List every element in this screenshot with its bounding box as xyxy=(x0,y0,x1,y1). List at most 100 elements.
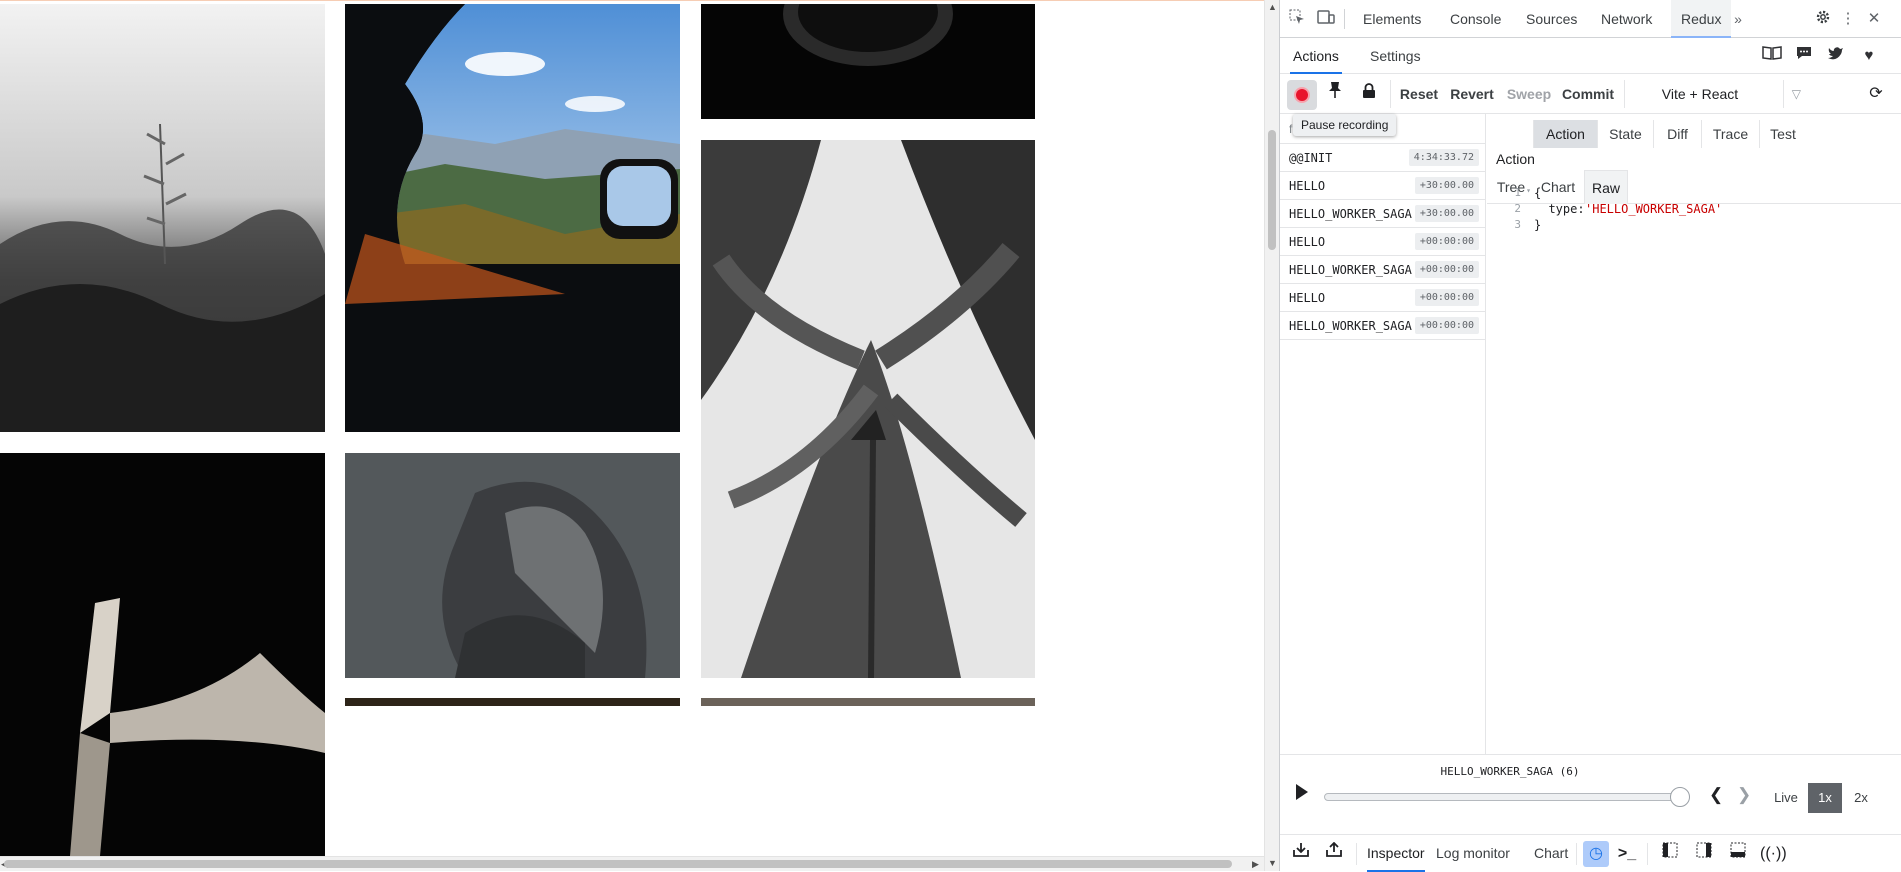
photo-partial-bottom-1[interactable] xyxy=(345,698,680,706)
panel-tab-diff[interactable]: Diff xyxy=(1654,120,1702,148)
line-number: 2 xyxy=(1514,202,1521,215)
horizontal-scroll-thumb[interactable] xyxy=(4,860,1232,868)
current-action-label: HELLO_WORKER_SAGA (6) xyxy=(1440,765,1580,778)
photo-grass-bw[interactable] xyxy=(0,4,325,432)
view-tab-raw[interactable]: Raw xyxy=(1584,170,1628,204)
photo-partial-bottom-2[interactable] xyxy=(701,698,1035,706)
terminal-icon[interactable]: >_ xyxy=(1614,841,1640,867)
sweep-button[interactable]: Sweep xyxy=(1504,80,1554,108)
lock-icon[interactable] xyxy=(1354,80,1384,108)
scroll-up-arrow-icon[interactable]: ▲ xyxy=(1268,2,1277,12)
pause-recording-tooltip: Pause recording xyxy=(1293,114,1397,136)
vertical-scrollbar[interactable]: ▲ ▼ xyxy=(1264,0,1279,871)
action-name: HELLO xyxy=(1289,179,1326,193)
gear-icon[interactable] xyxy=(1813,9,1833,29)
screen: ◀ ▶ ▲ ▼ Elements Console Sources Network… xyxy=(0,0,1901,872)
inspect-element-icon[interactable] xyxy=(1287,9,1307,29)
tab-redux[interactable]: Redux xyxy=(1671,0,1732,38)
import-icon[interactable] xyxy=(1288,841,1314,867)
reset-button[interactable]: Reset xyxy=(1396,80,1442,108)
action-time: +30:00.00 xyxy=(1414,205,1479,222)
play-icon[interactable] xyxy=(1295,783,1315,807)
bottom-separator xyxy=(1647,843,1648,865)
scroll-down-arrow-icon[interactable]: ▼ xyxy=(1268,858,1277,868)
photo-gray-sculpture[interactable] xyxy=(345,453,680,678)
bottom-tab-chart[interactable]: Chart xyxy=(1534,835,1568,872)
redux-toolbar: Reset Revert Sweep Commit Vite + React ▽… xyxy=(1280,74,1901,114)
panel-title: Action xyxy=(1496,151,1535,167)
code-line-value: 'HELLO_WORKER_SAGA' xyxy=(1585,202,1723,216)
bottom-tab-log-monitor[interactable]: Log monitor xyxy=(1436,835,1510,872)
dock-bottom-icon[interactable] xyxy=(1725,841,1751,867)
record-button[interactable] xyxy=(1287,80,1317,110)
horizontal-scrollbar[interactable]: ◀ ▶ xyxy=(0,856,1264,871)
speed-2x-button[interactable]: 2x xyxy=(1846,783,1876,813)
twitter-icon[interactable] xyxy=(1825,46,1847,66)
photo-leaves-bw[interactable] xyxy=(701,140,1035,678)
bottom-tab-inspector[interactable]: Inspector xyxy=(1367,835,1425,872)
close-icon[interactable]: ✕ xyxy=(1864,9,1884,29)
panel-tab-trace[interactable]: Trace xyxy=(1702,120,1760,148)
instance-select[interactable]: Vite + React ▽ xyxy=(1624,80,1809,108)
action-time: +30:00.00 xyxy=(1414,177,1479,194)
action-row[interactable]: HELLO +00:00:00 xyxy=(1280,284,1486,312)
action-row[interactable]: HELLO_WORKER_SAGA +00:00:00 xyxy=(1280,256,1486,284)
pin-icon[interactable] xyxy=(1320,80,1350,108)
dock-right-icon[interactable] xyxy=(1691,841,1717,867)
action-name: HELLO xyxy=(1289,235,1326,249)
action-time: +00:00:00 xyxy=(1414,261,1479,278)
previous-icon[interactable]: ❮ xyxy=(1709,783,1723,807)
slider-track[interactable] xyxy=(1324,793,1680,801)
panel-tab-state[interactable]: State xyxy=(1598,120,1654,148)
tab-console[interactable]: Console xyxy=(1448,0,1503,38)
bottom-separator xyxy=(1576,843,1577,865)
view-tab-chart[interactable]: Chart xyxy=(1535,170,1581,204)
action-name: HELLO xyxy=(1289,291,1326,305)
devtools-tab-bar: Elements Console Sources Network Redux »… xyxy=(1280,0,1901,38)
kebab-icon[interactable]: ⋮ xyxy=(1838,9,1858,29)
chevron-double-right-icon[interactable]: » xyxy=(1728,9,1748,29)
tab-sources[interactable]: Sources xyxy=(1524,0,1579,38)
dock-left-icon[interactable] xyxy=(1657,841,1683,867)
code-line-key: type: xyxy=(1534,202,1592,216)
scroll-right-arrow-icon[interactable]: ▶ xyxy=(1252,859,1259,870)
remote-broadcast-icon[interactable]: ((·)) xyxy=(1760,841,1787,867)
export-icon[interactable] xyxy=(1321,841,1347,867)
photo-car-window-mountains[interactable] xyxy=(345,4,680,432)
subtab-settings[interactable]: Settings xyxy=(1370,38,1421,74)
action-name: HELLO_WORKER_SAGA xyxy=(1289,319,1412,333)
action-row[interactable]: HELLO_WORKER_SAGA +30:00.00 xyxy=(1280,200,1486,228)
photo-dark-dome[interactable] xyxy=(701,4,1035,119)
revert-button[interactable]: Revert xyxy=(1446,80,1498,108)
chat-bubble-icon[interactable] xyxy=(1793,46,1815,66)
next-icon[interactable]: ❯ xyxy=(1737,783,1751,807)
panel-tab-test[interactable]: Test xyxy=(1760,120,1806,148)
action-name: HELLO_WORKER_SAGA xyxy=(1289,263,1412,277)
sync-icon[interactable]: ⟳ xyxy=(1861,80,1891,108)
commit-button[interactable]: Commit xyxy=(1559,80,1617,108)
live-button[interactable]: Live xyxy=(1769,783,1803,813)
fold-arrow-icon[interactable]: ▾ xyxy=(1523,186,1531,195)
speed-1x-button[interactable]: 1x xyxy=(1808,783,1842,813)
action-row[interactable]: HELLO +00:00:00 xyxy=(1280,228,1486,256)
action-list: f Pause recording @@INIT 4:34:33.72 HELL… xyxy=(1280,114,1486,754)
action-row[interactable]: @@INIT 4:34:33.72 xyxy=(1280,144,1486,172)
tab-elements[interactable]: Elements xyxy=(1361,0,1423,38)
action-row[interactable]: HELLO +30:00.00 xyxy=(1280,172,1486,200)
slider-knob[interactable] xyxy=(1670,787,1690,807)
timer-icon[interactable]: ◷ xyxy=(1583,841,1609,867)
photo-ribbon-dark[interactable] xyxy=(0,453,325,856)
view-tabs: Tree Chart Raw xyxy=(1487,167,1901,204)
panel-tab-action[interactable]: Action xyxy=(1533,120,1598,148)
filter-placeholder: f xyxy=(1289,122,1293,136)
action-time: +00:00:00 xyxy=(1414,317,1479,334)
monitor-bottom-bar: Inspector Log monitor Chart ◷ >_ ((·)) xyxy=(1280,834,1901,872)
heart-icon[interactable]: ♥ xyxy=(1858,46,1880,66)
book-open-icon[interactable] xyxy=(1761,46,1783,66)
action-row[interactable]: HELLO_WORKER_SAGA +00:00:00 xyxy=(1280,312,1486,340)
code-line-close: } xyxy=(1534,218,1542,232)
subtab-actions[interactable]: Actions xyxy=(1290,38,1342,74)
tab-network[interactable]: Network xyxy=(1599,0,1654,38)
device-toggle-icon[interactable] xyxy=(1316,9,1336,29)
vertical-scroll-thumb[interactable] xyxy=(1268,130,1276,250)
